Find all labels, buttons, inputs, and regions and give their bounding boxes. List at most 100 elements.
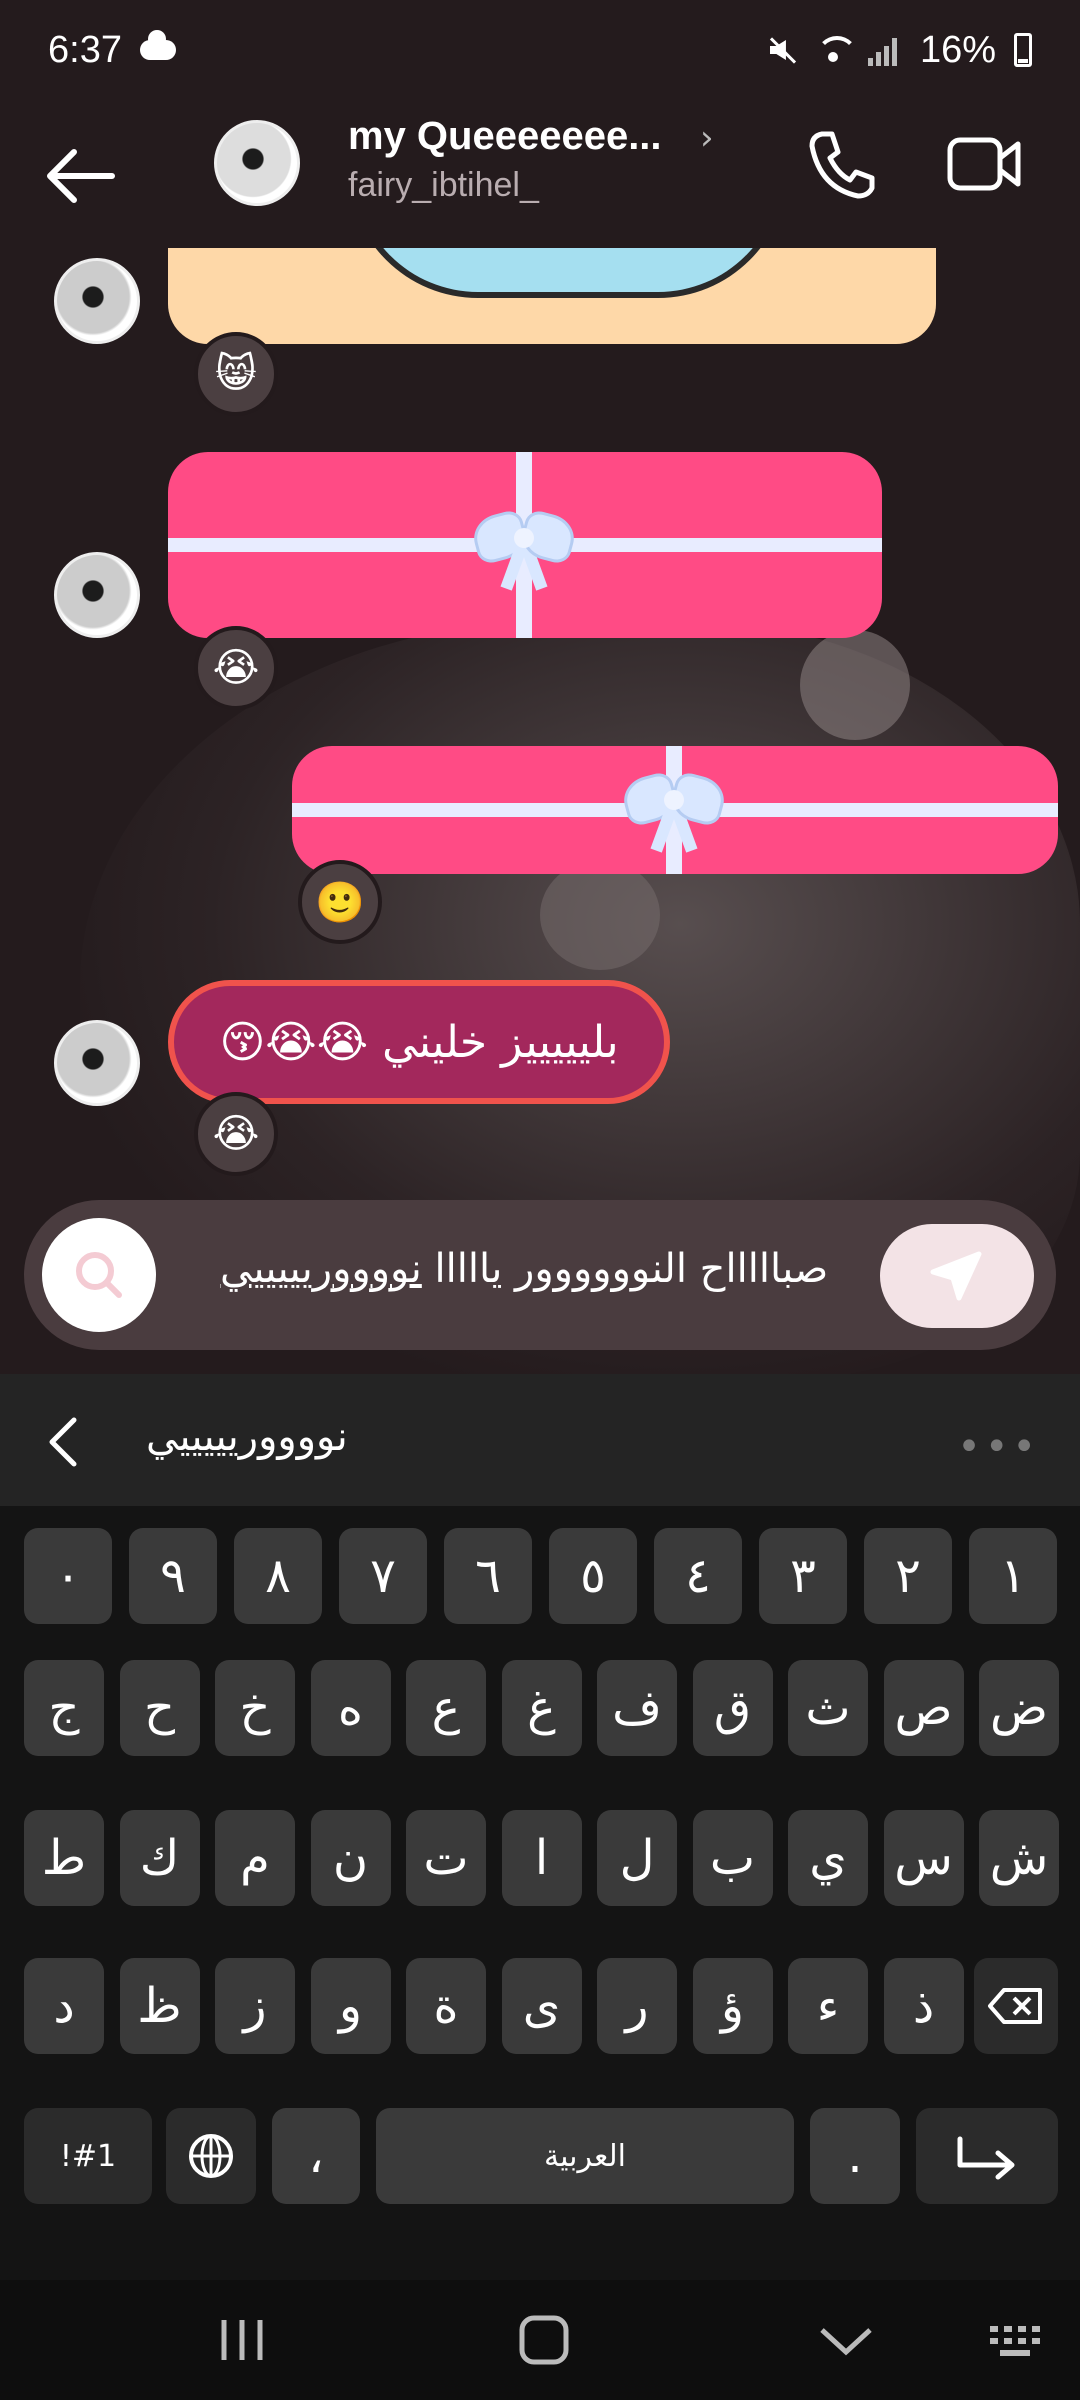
reaction-badge[interactable]: 😸: [194, 332, 278, 416]
letter-key[interactable]: ظ: [119, 1958, 200, 2054]
number-key[interactable]: ٤: [654, 1528, 742, 1624]
letter-key[interactable]: ي: [788, 1810, 868, 1906]
comma-key[interactable]: ،: [272, 2108, 360, 2204]
number-key[interactable]: ٦: [444, 1528, 532, 1624]
letter-key[interactable]: م: [215, 1810, 295, 1906]
letter-key[interactable]: ك: [119, 1810, 200, 1906]
video-camera-icon: [947, 137, 1021, 191]
text-message[interactable]: بليييييز خليني 😭😭😚: [168, 980, 670, 1104]
letter-key[interactable]: ر: [597, 1958, 677, 2054]
letter-key[interactable]: س: [883, 1810, 964, 1906]
background-paw: [800, 630, 910, 740]
arrow-left-icon: [47, 149, 115, 203]
navigation-bar: [0, 2280, 1080, 2400]
chat-screen: 6:37 16% my Queeeeeee... › fairy_ibtihel…: [0, 0, 1080, 2400]
space-key[interactable]: العربية: [376, 2108, 794, 2204]
letter-key[interactable]: ش: [979, 1810, 1059, 1906]
gift-message[interactable]: [292, 746, 1058, 874]
symbols-key[interactable]: !#1: [24, 2108, 152, 2204]
video-call-button[interactable]: [944, 124, 1024, 204]
number-key[interactable]: ٢: [864, 1528, 952, 1624]
letter-key[interactable]: ة: [406, 1958, 486, 2054]
letter-key[interactable]: ف: [597, 1660, 677, 1756]
globe-icon: [189, 2134, 233, 2178]
search-button[interactable]: [42, 1218, 156, 1332]
hide-keyboard-button[interactable]: [806, 2310, 886, 2370]
letter-key[interactable]: ع: [406, 1660, 486, 1756]
message-input[interactable]: صباااااح النوووووور يااااا نووووريييييي: [220, 1246, 900, 1292]
back-button[interactable]: [40, 136, 120, 216]
letter-key[interactable]: ى: [501, 1958, 582, 2054]
letter-key[interactable]: غ: [501, 1660, 582, 1756]
letter-key[interactable]: ه: [310, 1660, 391, 1756]
letter-key[interactable]: خ: [215, 1660, 295, 1756]
message-input-composing-word: نووووريييييي: [220, 1246, 422, 1292]
keyboard: نووووريييييي ••• ١٢٣٤٥٦٧٨٩٠ ضصثقفغعهخحج شس…: [0, 1374, 1080, 2400]
letter-key[interactable]: ض: [979, 1660, 1059, 1756]
suggestion-word[interactable]: نووووريييييي: [146, 1414, 348, 1460]
status-bar: 6:37 16%: [0, 0, 1080, 100]
avatar[interactable]: [214, 120, 300, 206]
letter-key[interactable]: ز: [215, 1958, 295, 2054]
letter-key[interactable]: و: [310, 1958, 391, 2054]
backspace-icon: [988, 1988, 1042, 2024]
keyboard-icon: [990, 2326, 1040, 2356]
status-time: 6:37: [48, 28, 122, 71]
gift-message[interactable]: [168, 452, 882, 638]
letter-key[interactable]: ب: [692, 1810, 773, 1906]
bow-icon: [474, 504, 574, 594]
mute-icon: [764, 34, 798, 66]
battery-percent: 16%: [919, 28, 996, 71]
number-key[interactable]: ٨: [234, 1528, 322, 1624]
letter-key[interactable]: د: [24, 1958, 104, 2054]
backspace-key[interactable]: [974, 1958, 1058, 2054]
chevron-down-icon: [820, 2328, 872, 2356]
send-button[interactable]: [880, 1224, 1034, 1328]
letter-key[interactable]: ق: [692, 1660, 773, 1756]
letter-key[interactable]: ل: [597, 1810, 677, 1906]
letter-key[interactable]: ا: [501, 1810, 582, 1906]
enter-key[interactable]: [916, 2108, 1058, 2204]
letter-key[interactable]: ؤ: [692, 1958, 773, 2054]
number-key[interactable]: ٠: [24, 1528, 112, 1624]
letter-key[interactable]: ن: [310, 1810, 391, 1906]
signal-icon: [867, 34, 902, 66]
home-button[interactable]: [504, 2310, 584, 2370]
letter-key[interactable]: ط: [24, 1810, 104, 1906]
avatar[interactable]: [54, 1020, 140, 1106]
call-button[interactable]: [800, 124, 880, 204]
letter-key[interactable]: ت: [406, 1810, 486, 1906]
image-message[interactable]: [168, 248, 936, 344]
cloud-icon: [139, 30, 176, 60]
avatar[interactable]: [54, 552, 140, 638]
wifi-icon: [815, 34, 858, 66]
letter-key[interactable]: ء: [788, 1958, 868, 2054]
letter-key[interactable]: ج: [24, 1660, 104, 1756]
chat-header: my Queeeeeee... › fairy_ibtihel_: [0, 100, 1080, 248]
number-key[interactable]: ٩: [129, 1528, 217, 1624]
chevron-left-icon[interactable]: [40, 1414, 88, 1470]
period-key[interactable]: .: [810, 2108, 900, 2204]
number-key[interactable]: ٣: [759, 1528, 847, 1624]
contact-username[interactable]: fairy_ibtihel_: [348, 166, 539, 205]
letter-key[interactable]: ث: [788, 1660, 868, 1756]
chevron-right-icon[interactable]: ›: [700, 118, 714, 158]
number-key[interactable]: ٥: [549, 1528, 637, 1624]
letter-key[interactable]: ح: [119, 1660, 200, 1756]
number-key[interactable]: ١: [969, 1528, 1057, 1624]
number-key[interactable]: ٧: [339, 1528, 427, 1624]
letter-key[interactable]: ذ: [883, 1958, 964, 2054]
recent-apps-button[interactable]: [202, 2310, 282, 2370]
reaction-badge[interactable]: 😭: [194, 1092, 278, 1176]
reaction-badge[interactable]: 😭: [194, 626, 278, 710]
more-icon[interactable]: •••: [957, 1424, 1040, 1470]
avatar[interactable]: [54, 258, 140, 344]
recent-apps-icon: [221, 2320, 263, 2360]
language-key[interactable]: [166, 2108, 256, 2204]
message-composer: صباااااح النوووووور يااااا نووووريييييي: [24, 1200, 1056, 1350]
reaction-badge[interactable]: 🙂: [298, 860, 382, 944]
contact-name[interactable]: my Queeeeeee...: [348, 114, 662, 159]
sticker-image: [348, 248, 788, 298]
letter-key[interactable]: ص: [883, 1660, 964, 1756]
keyboard-switch-button[interactable]: [978, 2310, 1058, 2370]
